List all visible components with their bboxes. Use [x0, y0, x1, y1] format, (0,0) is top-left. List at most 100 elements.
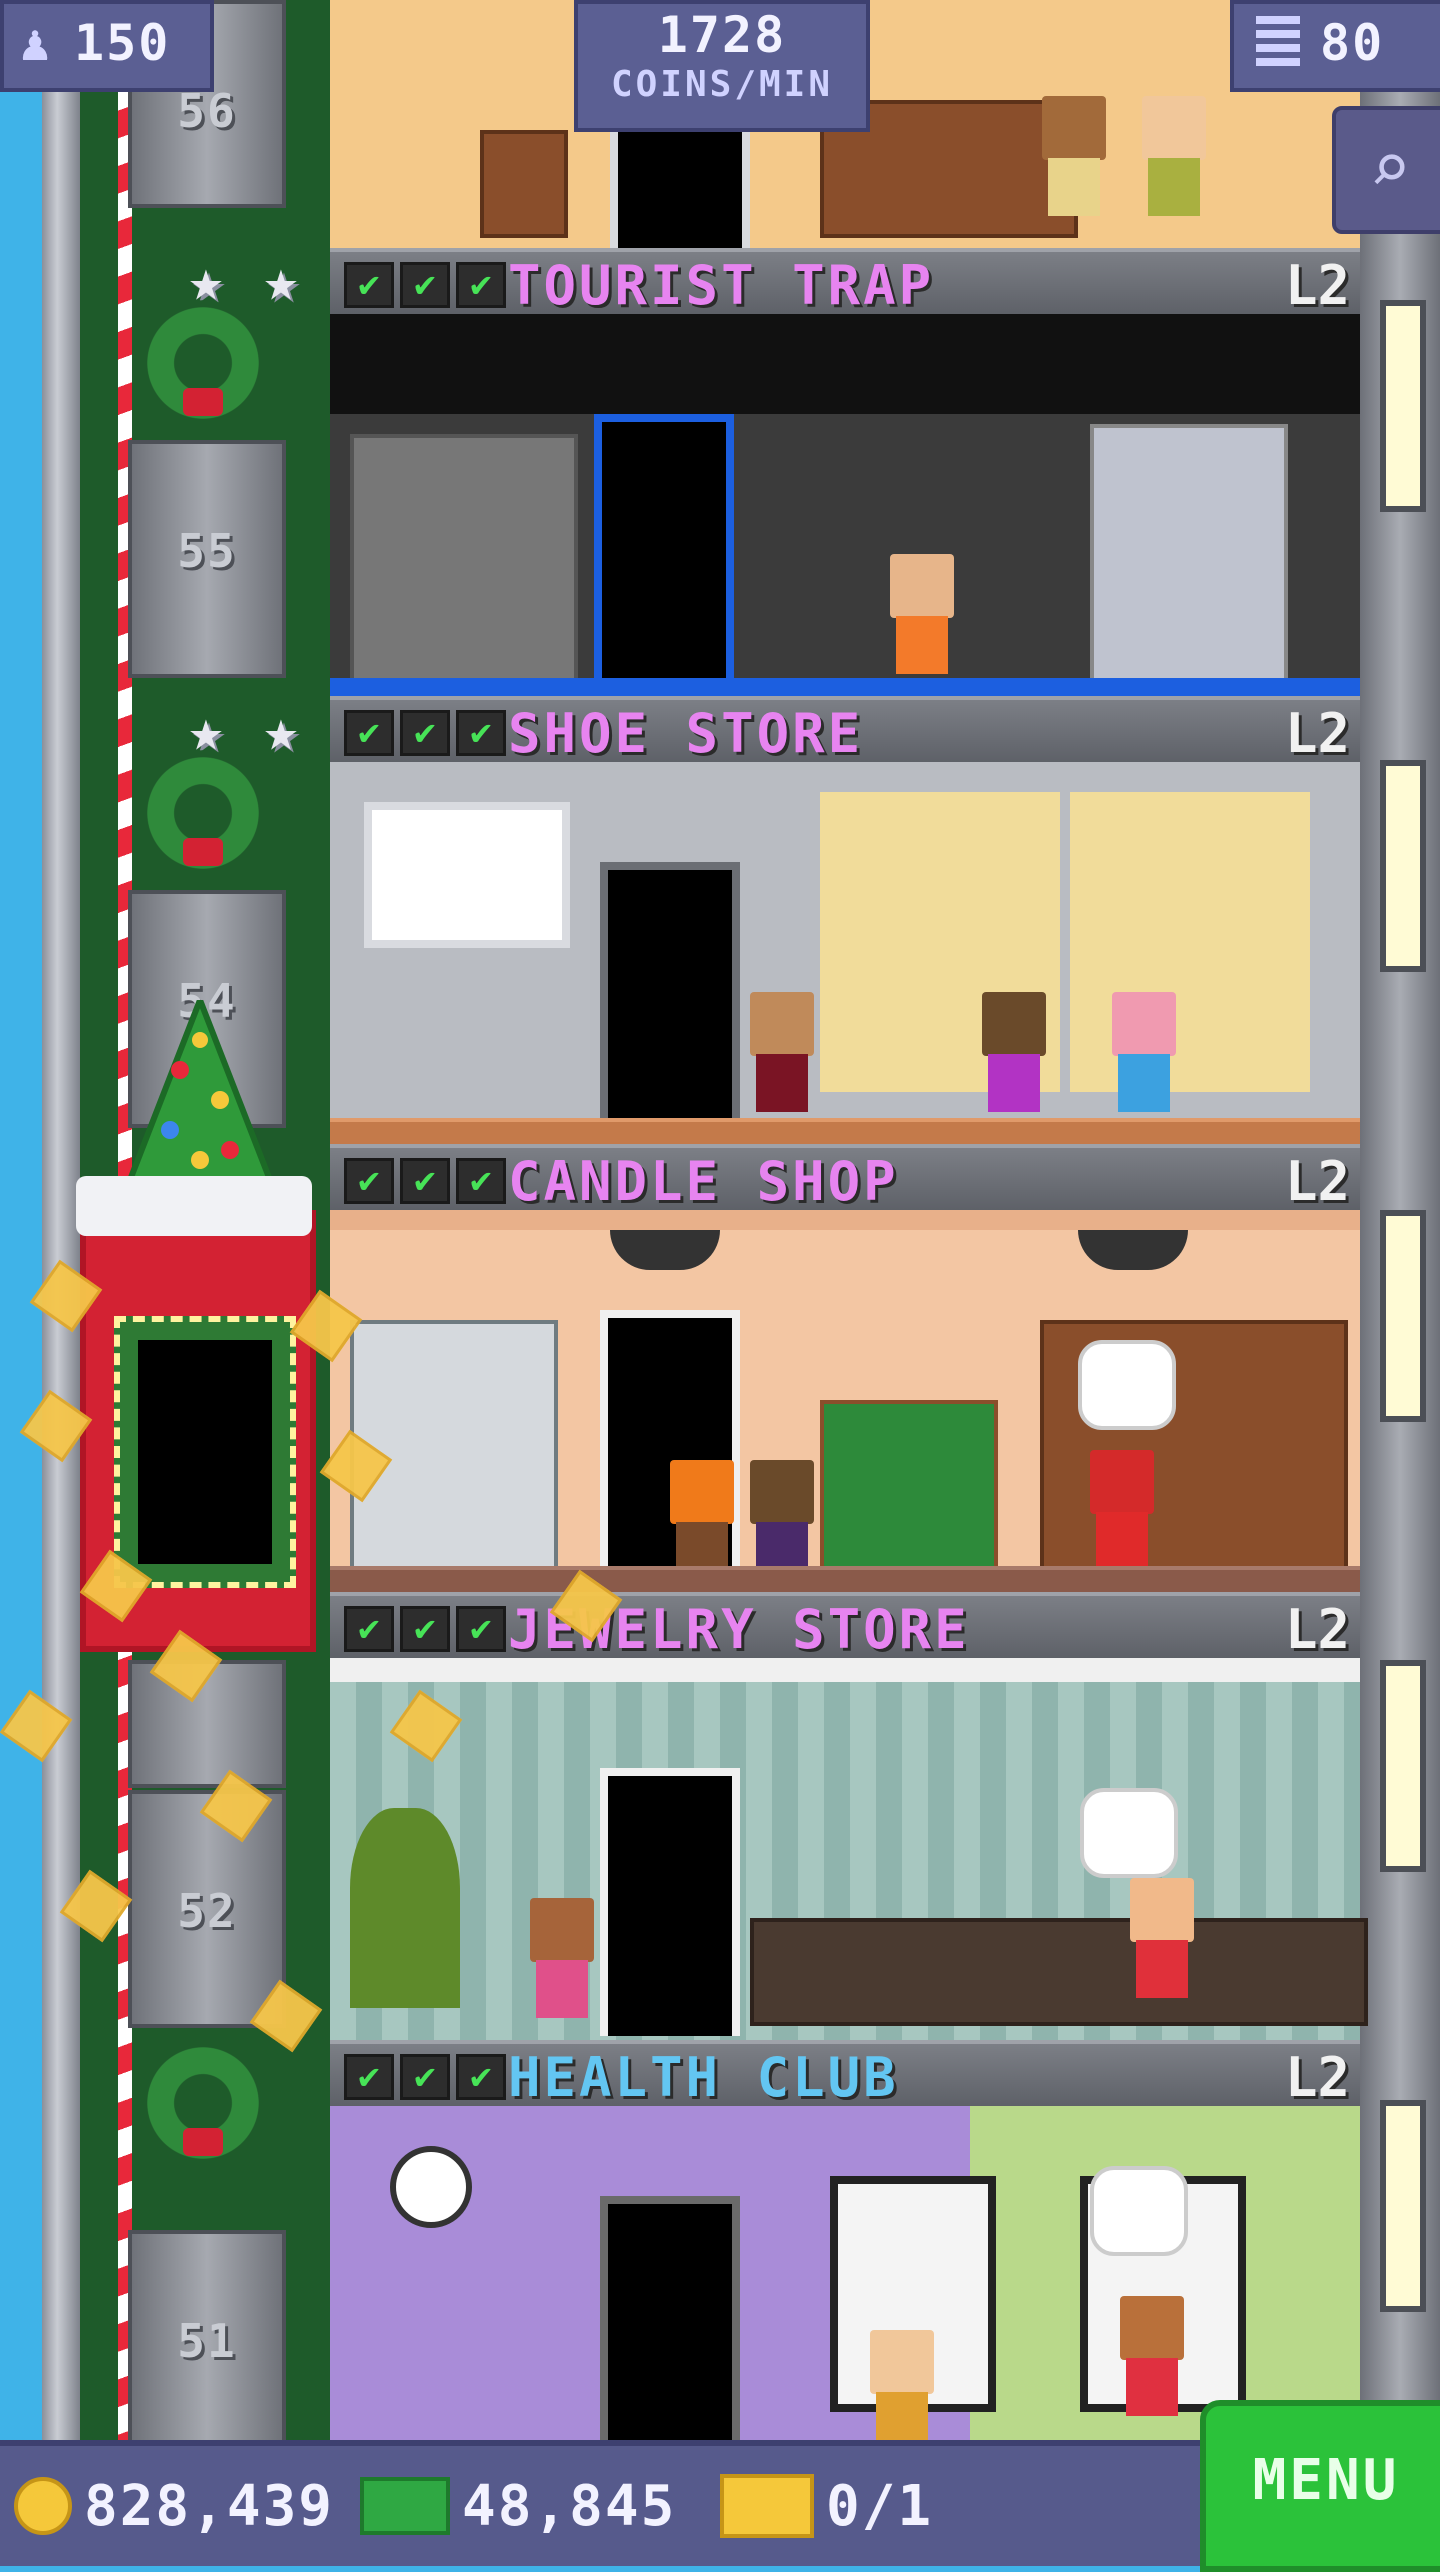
ceiling-lamp: [610, 1230, 720, 1270]
room-interior: [330, 1658, 1368, 2040]
floor-number: 52: [177, 1884, 237, 1938]
thought-bubble[interactable]: [1090, 2166, 1188, 2256]
menu-button[interactable]: MENU: [1200, 2400, 1440, 2572]
building-icon: [1256, 16, 1300, 68]
floor-health-club[interactable]: ✔ ✔ ✔ HEALTH CLUB L2: [330, 2040, 1360, 2450]
floor-sign: ✔ ✔ ✔ CANDLE SHOP L2: [330, 1144, 1360, 1214]
zoom-button[interactable]: ⌕: [1332, 106, 1440, 234]
check-icon: ✔: [344, 1158, 394, 1204]
room-door: [594, 414, 734, 692]
bitizen[interactable]: [530, 1898, 594, 2018]
coins-per-min-panel: 1728 COINS/MIN: [574, 0, 870, 132]
floor-tourist-trap[interactable]: ✔ ✔ ✔ TOURIST TRAP L2: [330, 248, 1360, 696]
star-icon: ★: [263, 696, 299, 764]
check-icon: ✔: [456, 1606, 506, 1652]
person-icon: ♟: [20, 14, 51, 72]
bitizen[interactable]: [1112, 992, 1176, 1112]
elevator-stop-55[interactable]: 55: [128, 440, 286, 678]
cash-icon: [360, 2477, 450, 2535]
bitizen[interactable]: [1120, 2296, 1184, 2416]
bitizen[interactable]: [1130, 1878, 1194, 1998]
check-icon: ✔: [400, 1158, 450, 1204]
tower-window: [1380, 760, 1426, 972]
bow-icon: [183, 2128, 223, 2156]
coins-display[interactable]: 828,439: [14, 2446, 334, 2566]
bitizen[interactable]: [890, 554, 954, 674]
check-icon: ✔: [400, 710, 450, 756]
tower-right-edge: [1360, 0, 1440, 2440]
bitizen[interactable]: [750, 1460, 814, 1580]
floor-count-value: 80: [1320, 14, 1385, 72]
floor-number: 55: [177, 524, 237, 578]
tickets-value: 0/1: [826, 2473, 934, 2539]
elevator-stop-52[interactable]: 52: [128, 1790, 286, 2028]
display-case: [1090, 424, 1288, 682]
floor-counter[interactable]: 80: [1230, 0, 1440, 92]
ceiling-lamp: [1078, 1230, 1188, 1270]
stock-checks: ✔ ✔ ✔: [344, 2054, 506, 2100]
floor-candle-shop[interactable]: ✔ ✔ ✔ CANDLE SHOP L2: [330, 1144, 1360, 1592]
tower-window: [1380, 1210, 1426, 1422]
bitizen[interactable]: [750, 992, 814, 1112]
tower-edge: [42, 0, 80, 2440]
floor-level: L2: [1284, 702, 1350, 765]
check-icon: ✔: [344, 2054, 394, 2100]
floor-number: 56: [177, 84, 237, 138]
check-icon: ✔: [400, 1606, 450, 1652]
shoe-wall: [1070, 792, 1310, 1092]
floor-name: TOURIST TRAP: [508, 254, 935, 317]
check-icon: ✔: [344, 710, 394, 756]
stock-checks: ✔ ✔ ✔: [344, 262, 506, 308]
floor-jewelry-store[interactable]: ✔ ✔ ✔ JEWELRY STORE L2: [330, 1592, 1368, 2040]
floor-sign: ✔ ✔ ✔ HEALTH CLUB L2: [330, 2040, 1360, 2110]
wreath-icon: [140, 750, 266, 876]
sky-background: [0, 0, 42, 2440]
bow-icon: [183, 388, 223, 416]
floor-shoe-store[interactable]: ✔ ✔ ✔ SHOE STORE L2: [330, 696, 1360, 1144]
baseboard: [330, 1118, 1360, 1144]
elevator-snow-roof: [76, 1176, 312, 1236]
wreath-icon: [140, 2040, 266, 2166]
check-icon: ✔: [344, 1606, 394, 1652]
christmas-tree-icon: [125, 1000, 275, 1183]
bitizen[interactable]: [1142, 96, 1206, 216]
shoe-poster: [364, 802, 570, 948]
bux-display[interactable]: 48,845: [360, 2446, 676, 2566]
tickets-display[interactable]: 0/1: [720, 2446, 933, 2566]
thought-bubble[interactable]: [1078, 1340, 1176, 1430]
magnifier-icon: ⌕: [1368, 127, 1412, 209]
bitizen[interactable]: [870, 2330, 934, 2450]
floor-level: L2: [1284, 1598, 1350, 1661]
stock-checks: ✔ ✔ ✔: [344, 1158, 506, 1204]
coins-per-min-value: 1728: [657, 6, 787, 64]
floor-level: L2: [1284, 2046, 1350, 2109]
shelf: [350, 434, 578, 682]
thought-bubble[interactable]: [1080, 1788, 1178, 1878]
check-icon: ✔: [400, 262, 450, 308]
room-interior: [330, 2106, 1360, 2450]
bitizen[interactable]: [982, 992, 1046, 1112]
floor-name: HEALTH CLUB: [508, 2046, 899, 2109]
floor-sign: ✔ ✔ ✔ TOURIST TRAP L2: [330, 248, 1360, 318]
check-icon: ✔: [456, 1158, 506, 1204]
room-door: [600, 1768, 740, 2036]
bitizen[interactable]: [1042, 96, 1106, 216]
floor-number: 51: [177, 2314, 237, 2368]
bitizen[interactable]: [1090, 1450, 1154, 1570]
check-icon: ✔: [456, 710, 506, 756]
shelf: [350, 1320, 558, 1578]
floor-name: SHOE STORE: [508, 702, 864, 765]
room-interior: [330, 1210, 1360, 1592]
room-door: [600, 862, 740, 1130]
floor-sign: ✔ ✔ ✔ JEWELRY STORE L2: [330, 1592, 1360, 1662]
population-counter[interactable]: ♟ 150: [0, 0, 214, 92]
stock-checks: ✔ ✔ ✔: [344, 710, 506, 756]
wreath-icon: [140, 300, 266, 426]
floor-level: L2: [1284, 254, 1350, 317]
elevator-stop-51[interactable]: 51: [128, 2230, 286, 2448]
elevator-door: [138, 1340, 272, 1564]
bitizen[interactable]: [670, 1460, 734, 1580]
tower-window: [1380, 300, 1426, 512]
jewelry-counter: [750, 1918, 1368, 2026]
population-value: 150: [74, 14, 171, 72]
